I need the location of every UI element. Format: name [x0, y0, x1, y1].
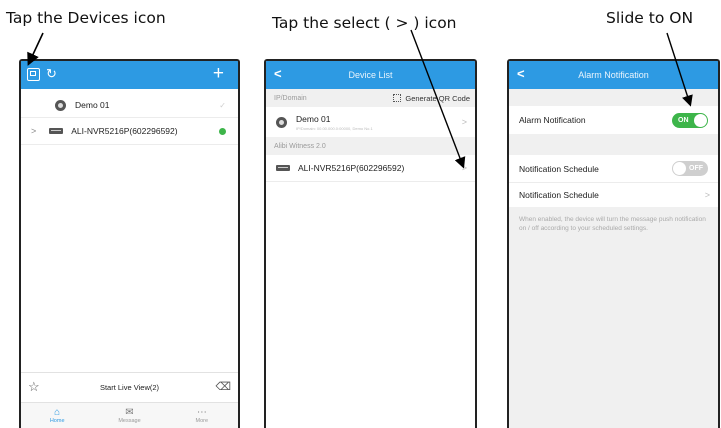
page-title: Alarm Notification — [578, 70, 649, 80]
notification-schedule-label: Notification Schedule — [519, 163, 599, 174]
online-status-icon — [219, 127, 226, 135]
tab-bar: ⌂ Home ✉ Message ⋯ More — [21, 402, 238, 428]
device-row-demo[interactable]: Demo 01 IP/Domain: 00.00.000.0:00000, De… — [266, 107, 475, 137]
tutorial-stage: Tap the Devices icon Tap the select ( > … — [0, 0, 721, 428]
caption-step-2: Tap the select ( > ) icon — [272, 14, 457, 32]
back-button[interactable]: < — [274, 66, 282, 81]
tab-more[interactable]: ⋯ More — [166, 403, 238, 428]
phone-screen-device-list: ↻ + Demo 01 ✓ > ALI-NVR5216P(602296592) … — [19, 59, 240, 428]
device-name: Demo 01 — [75, 100, 110, 110]
toggle-state-label: OFF — [689, 165, 703, 172]
device-row-nvr[interactable]: > ALI-NVR5216P(602296592) — [21, 118, 238, 144]
device-name: ALI-NVR5216P(602296592) — [71, 126, 178, 136]
nvr-icon — [276, 165, 290, 171]
back-button[interactable]: < — [517, 66, 525, 81]
more-icon: ⋯ — [196, 407, 207, 418]
tab-home[interactable]: ⌂ Home — [21, 403, 93, 428]
notification-schedule-link-row[interactable]: Notification Schedule > — [509, 183, 718, 207]
device-subtitle: IP/Domain: 00.00.000.0:00000, Demo No.1 — [296, 125, 373, 131]
top-bar: < Device List — [266, 61, 475, 89]
playback-icon[interactable]: ↻ — [46, 66, 57, 82]
add-device-button[interactable]: + — [213, 63, 224, 85]
caption-step-3: Slide to ON — [606, 9, 694, 27]
caption-step-1: Tap the Devices icon — [6, 9, 166, 27]
tab-label: Home — [49, 418, 65, 424]
help-text-area: When enabled, the device will turn the m… — [509, 207, 718, 428]
page-title: Device List — [348, 70, 393, 80]
section-label: IP/Domain — [274, 94, 307, 102]
device-row-demo[interactable]: Demo 01 ✓ — [21, 93, 238, 117]
tab-label: Message — [118, 418, 141, 424]
expand-chevron-icon[interactable]: > — [31, 126, 36, 136]
tab-label: More — [195, 418, 209, 424]
nvr-icon — [49, 128, 64, 134]
generate-qr-button[interactable]: Generate QR Code — [393, 94, 470, 103]
section-ip-domain: IP/Domain Generate QR Code — [266, 89, 475, 107]
generate-qr-label: Generate QR Code — [405, 93, 470, 103]
alarm-notification-label: Alarm Notification — [519, 115, 586, 125]
start-live-view-button[interactable]: Start Live View(2) — [100, 383, 159, 392]
notification-schedule-toggle-row: Notification Schedule OFF — [509, 155, 718, 182]
help-text: When enabled, the device will turn the m… — [519, 216, 706, 232]
toggle-state-label: ON — [678, 116, 689, 124]
device-row-nvr[interactable]: ALI-NVR5216P(602296592) > — [266, 155, 475, 181]
top-bar: < Alarm Notification — [509, 61, 718, 89]
section-label: Alibi Witness 2.0 — [274, 142, 326, 150]
chevron-right-icon: > — [704, 190, 710, 200]
section-alibi-witness: Alibi Witness 2.0 — [266, 137, 475, 155]
top-bar: ↻ + — [21, 61, 238, 89]
device-name: Demo 01 — [296, 113, 331, 124]
star-icon[interactable]: ☆ — [28, 379, 40, 395]
clear-icon[interactable]: ⌫ — [215, 380, 231, 393]
tab-message[interactable]: ✉ Message — [93, 403, 165, 428]
notification-schedule-link-label: Notification Schedule — [519, 190, 599, 200]
device-name: ALI-NVR5216P(602296592) — [298, 163, 405, 173]
select-chevron-icon[interactable]: > — [462, 163, 467, 173]
notification-schedule-toggle[interactable]: OFF — [672, 161, 708, 176]
devices-icon[interactable] — [27, 68, 40, 81]
phone-screen-device-detail: < Device List IP/Domain Generate QR Code… — [264, 59, 477, 428]
alarm-notification-row: Alarm Notification ON — [509, 106, 718, 134]
phone-screen-alarm-notification: < Alarm Notification Alarm Notification … — [507, 59, 720, 428]
home-icon: ⌂ — [54, 407, 61, 418]
live-view-bar: ☆ Start Live View(2) ⌫ — [21, 372, 238, 402]
camera-icon — [276, 116, 287, 128]
alarm-notification-toggle[interactable]: ON — [672, 112, 708, 128]
qr-code-icon — [393, 94, 402, 102]
camera-icon — [55, 99, 66, 111]
message-icon: ✉ — [125, 407, 134, 418]
check-icon: ✓ — [219, 100, 226, 110]
chevron-right-icon[interactable]: > — [462, 117, 467, 127]
